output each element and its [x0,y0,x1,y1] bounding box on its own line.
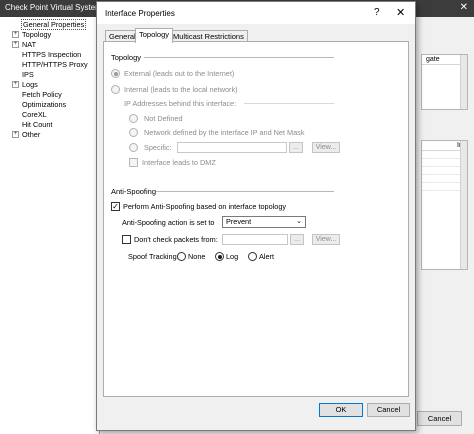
interface-properties-dialog: Interface Properties ? ✕ General Topolog… [96,1,416,431]
specific-radio[interactable] [129,143,138,152]
tree-item-label: Hit Count [22,120,53,129]
perform-antispoofing-checkbox[interactable]: ✓ [111,202,120,211]
perform-antispoofing-label: Perform Anti-Spoofing based on interface… [123,202,287,211]
tree-item-label: Fetch Policy [22,90,62,99]
dmz-checkbox[interactable] [129,158,138,167]
tree-item-label: Other [22,130,41,139]
tree-item-label: Optimizations [22,100,67,109]
tree-item-label: Logs [22,80,38,89]
external-radio[interactable] [111,69,120,78]
background-close-icon[interactable]: ✕ [460,2,468,13]
dont-check-label: Don't check packets from: [134,235,218,244]
tree-item-label: NAT [22,40,37,49]
internal-radio[interactable] [111,85,120,94]
background-scrollbar[interactable] [460,55,467,109]
tab-topology[interactable]: Topology [135,28,174,43]
tracking-log-label: Log [226,252,239,261]
dont-check-checkbox[interactable] [122,235,131,244]
dont-check-browse-button[interactable]: ... [290,234,304,245]
tracking-alert-label: Alert [259,252,275,261]
tree-item-label: General Properties [21,19,87,30]
dont-check-view-button[interactable]: View... [312,234,340,245]
tree-item-label: Topology [22,30,52,39]
network-defined-label: Network defined by the interface IP and … [144,128,305,137]
tree-item-label: HTTP/HTTPS Proxy [22,60,88,69]
internal-label: Internal (leads to the local network) [124,85,238,94]
expand-icon[interactable]: + [12,131,19,138]
not-defined-label: Not Defined [144,114,183,123]
external-label: External (leads out to the Internet) [124,69,235,78]
specific-browse-button[interactable]: ... [289,142,303,153]
antispoofing-action-value: Prevent [226,217,252,226]
tree-item-label: CoreXL [22,110,47,119]
not-defined-radio[interactable] [129,114,138,123]
tracking-none-radio[interactable] [177,252,186,261]
tree-item-label: IPS [22,70,34,79]
background-window-title: Check Point Virtual System - [5,3,107,12]
topology-section-label: Topology [111,53,142,62]
tracking-alert-radio[interactable] [248,252,257,261]
help-icon[interactable]: ? [374,7,380,18]
background-list[interactable]: gate [421,54,468,110]
ip-behind-label: IP Addresses behind this interface: [124,99,237,108]
background-cancel-button[interactable]: Cancel [417,411,462,426]
expand-icon[interactable]: + [12,31,19,38]
expand-icon[interactable]: + [12,41,19,48]
section-divider [156,191,334,192]
cancel-button[interactable]: Cancel [367,403,410,417]
expand-icon[interactable]: + [12,81,19,88]
network-defined-radio[interactable] [129,128,138,137]
background-table[interactable]: In [421,140,468,270]
specific-view-button[interactable]: View... [312,142,340,153]
specific-label: Specific: [144,143,172,152]
section-divider [244,103,334,104]
tracking-none-label: None [188,252,206,261]
section-divider [144,57,334,58]
topology-tab-panel: Topology External (leads out to the Inte… [103,41,409,397]
dialog-title: Interface Properties [105,9,175,18]
properties-tree: General Properties + Topology + NAT HTTP… [0,17,100,434]
tracking-log-radio[interactable] [215,252,224,261]
dmz-label: Interface leads to DMZ [142,158,216,167]
antispoofing-section-label: Anti-Spoofing [111,187,157,196]
specific-field[interactable] [177,142,287,153]
close-icon[interactable]: ✕ [396,6,405,19]
antispoofing-action-select[interactable]: Prevent ⌄ [222,216,306,228]
spoof-tracking-label: Spoof Tracking: [128,252,179,261]
chevron-down-icon: ⌄ [296,218,302,225]
background-scrollbar[interactable] [460,141,467,269]
ok-button[interactable]: OK [319,403,363,417]
dont-check-field[interactable] [222,234,288,245]
dialog-title-bar: Interface Properties ? ✕ [97,2,415,24]
tree-item-label: HTTPS Inspection [22,50,82,59]
antispoofing-action-label: Anti-Spoofing action is set to [122,218,215,227]
